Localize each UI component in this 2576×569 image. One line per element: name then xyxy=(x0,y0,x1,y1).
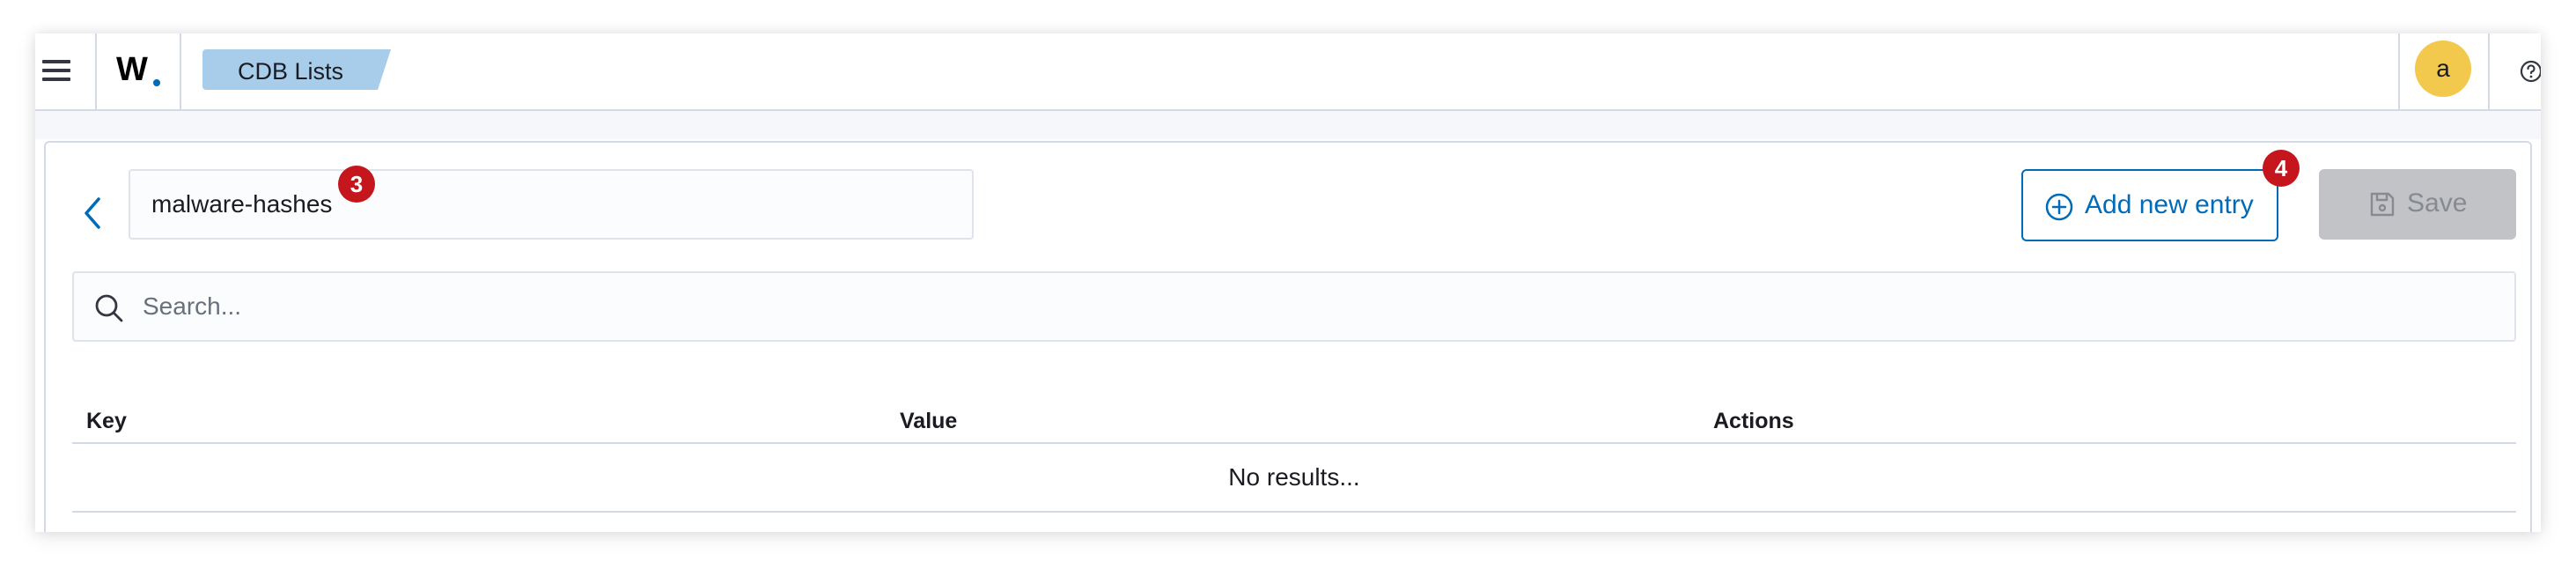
chevron-left-icon[interactable] xyxy=(79,196,106,231)
add-new-entry-button[interactable]: Add new entry xyxy=(2021,169,2278,241)
cdb-list-editor-panel: malware-hashes 3 Add new entry 4 Save Se… xyxy=(44,141,2532,532)
avatar[interactable]: a xyxy=(2415,41,2471,97)
table-header-row: Key Value Actions xyxy=(72,398,2516,444)
app-logo[interactable]: W xyxy=(116,49,173,93)
step-badge: 4 xyxy=(2263,150,2300,187)
save-button-label: Save xyxy=(2407,188,2468,218)
table-empty-row: No results... xyxy=(72,444,2516,513)
header-divider xyxy=(2398,33,2400,109)
add-new-entry-label: Add new entry xyxy=(2085,190,2254,219)
column-header-actions: Actions xyxy=(1713,409,1794,433)
step-badge: 3 xyxy=(338,166,375,203)
column-header-value[interactable]: Value xyxy=(900,409,957,434)
column-header-key[interactable]: Key xyxy=(86,409,127,434)
search-icon xyxy=(95,294,123,322)
help-icon[interactable] xyxy=(2518,58,2541,85)
app-window: W CDB Lists a malware-hashes 3 Add new e xyxy=(35,33,2541,532)
logo-text: W xyxy=(116,51,148,88)
header-divider xyxy=(2488,33,2490,109)
breadcrumb-label: CDB Lists xyxy=(238,58,344,85)
page-subheader xyxy=(35,111,2541,139)
header-divider xyxy=(180,33,181,109)
search-input[interactable] xyxy=(143,287,2432,326)
save-button[interactable]: Save xyxy=(2319,169,2516,240)
search-bar[interactable] xyxy=(72,271,2516,342)
list-name-field[interactable]: malware-hashes xyxy=(129,169,974,240)
save-icon xyxy=(2370,192,2395,217)
header-divider xyxy=(95,33,97,109)
plus-circle-icon xyxy=(2045,193,2073,221)
top-header: W CDB Lists a xyxy=(35,33,2541,111)
breadcrumb[interactable]: CDB Lists xyxy=(202,49,391,90)
menu-icon[interactable] xyxy=(37,53,77,92)
logo-dot xyxy=(153,79,160,86)
empty-message: No results... xyxy=(1228,463,1360,491)
